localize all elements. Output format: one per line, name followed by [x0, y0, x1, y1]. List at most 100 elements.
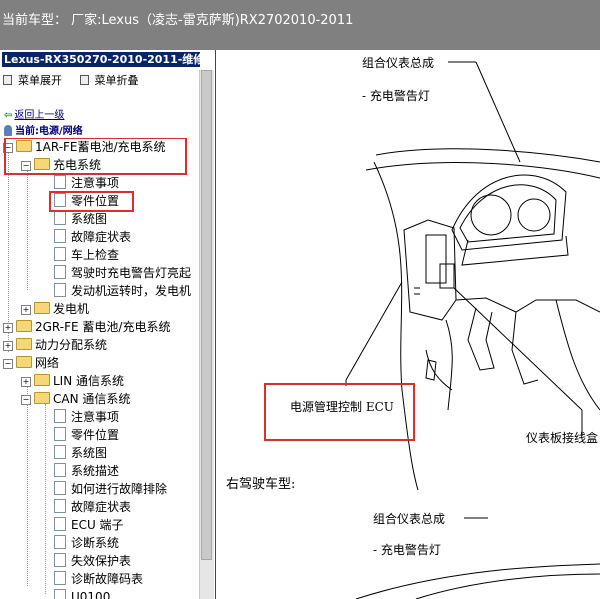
document-icon: [54, 427, 66, 441]
tree-label: 车上检查: [71, 248, 120, 262]
document-icon: [54, 445, 66, 459]
tree-label: ECU 端子: [71, 518, 124, 532]
nav-tree: −1AR-FE蓄电池/充电系统 − 充电系统 注意事项 零件位置 系统图 故障症状…: [0, 138, 198, 599]
tree-item-engine-running[interactable]: 发动机运转时，发电机: [54, 282, 191, 300]
tree-item-can-system-description[interactable]: 系统描述: [54, 462, 119, 480]
document-icon: [54, 553, 66, 567]
tree-item-can-troubleshooting[interactable]: 如何进行故障排除: [54, 480, 167, 498]
expand-toggle-icon[interactable]: +: [21, 377, 31, 387]
label-combination-meter: 组合仪表总成: [362, 56, 435, 70]
sidebar-scrollbar[interactable]: [199, 70, 214, 599]
tree-label: 系统图: [71, 446, 108, 460]
tree-label: 发电机: [53, 302, 90, 316]
tree-item-system-diagram[interactable]: 系统图: [54, 210, 107, 228]
tree-label: 故障症状表: [71, 230, 132, 244]
back-link-label: 返回上一级: [14, 110, 65, 121]
tree-label: 系统描述: [71, 464, 120, 478]
tree-item-can-symptoms[interactable]: 故障症状表: [54, 498, 131, 516]
tree-label: 驾驶时充电警告灯亮起: [71, 266, 192, 280]
folder-icon: [34, 374, 50, 386]
document-icon: [54, 409, 66, 423]
folder-icon: [16, 338, 32, 350]
document-icon: [54, 211, 66, 225]
label-power-management-ecu: 电源管理控制 ECU: [290, 400, 394, 414]
sidebar: Lexus-RX350270-2010-2011-维修手册 菜单展开 菜单折叠 …: [0, 50, 216, 599]
highlight-box-charging: [4, 138, 187, 175]
tree-folder-2gr-fe[interactable]: +2GR-FE 蓄电池/充电系统: [3, 318, 170, 336]
menu-collapse-button[interactable]: 菜单折叠: [80, 72, 139, 88]
label-charge-warning-lamp: - 充电警告灯: [362, 89, 430, 103]
tree-label: 2GR-FE 蓄电池/充电系统: [35, 320, 171, 334]
tree-item-can-fail-safe[interactable]: 失效保护表: [54, 552, 131, 570]
tree-label: 注意事项: [71, 410, 120, 424]
tree-item-can-precautions[interactable]: 注意事项: [54, 408, 119, 426]
document-icon: [54, 481, 66, 495]
menu-expand-button[interactable]: 菜单展开: [3, 72, 62, 88]
title-bar: 当前车型： 厂家:Lexus（凌志-雷克萨斯)RX2702010-2011: [0, 0, 600, 50]
tree-label: 动力分配系统: [35, 338, 108, 352]
collapse-toggle-icon[interactable]: −: [21, 395, 31, 405]
tree-item-warning-lamp-on[interactable]: 驾驶时充电警告灯亮起: [54, 264, 191, 282]
tree-folder-generator[interactable]: + 发电机: [21, 300, 89, 318]
document-icon: [54, 247, 66, 261]
document-icon: [54, 499, 66, 513]
current-location-label: 当前:电源/网络: [15, 126, 83, 137]
current-location: 当前:电源/网络: [4, 122, 83, 137]
document-icon: [54, 283, 66, 297]
folder-icon: [16, 320, 32, 332]
tree-item-on-vehicle-inspection[interactable]: 车上检查: [54, 246, 119, 264]
document-icon: [54, 265, 66, 279]
tree-label: 系统图: [71, 212, 108, 226]
expand-toggle-icon[interactable]: +: [3, 341, 13, 351]
tree-label: 诊断系统: [71, 536, 120, 550]
scrollbar-thumb[interactable]: [201, 70, 212, 560]
tree-label: LIN 通信系统: [53, 374, 125, 388]
label-charge-warning-lamp-rhd: - 充电警告灯: [373, 543, 441, 557]
tree-item-can-dtc-chart[interactable]: 诊断故障码表: [54, 570, 143, 588]
tree-item-can-u0100[interactable]: U0100: [54, 588, 110, 599]
tree-item-can-parts-location[interactable]: 零件位置: [54, 426, 119, 444]
document-icon: [54, 535, 66, 549]
tree-label: CAN 通信系统: [53, 392, 131, 406]
tree-folder-lin[interactable]: + LIN 通信系统: [21, 372, 124, 390]
tree-label: U0100: [71, 590, 111, 599]
back-arrow-icon: ⇦: [4, 110, 13, 121]
expand-toggle-icon[interactable]: +: [3, 323, 13, 333]
label-combination-meter-rhd: 组合仪表总成: [373, 512, 446, 526]
expand-toggle-icon[interactable]: +: [21, 305, 31, 315]
tree-label: 零件位置: [71, 428, 120, 442]
back-link[interactable]: ⇦ 返回上一级: [4, 106, 64, 121]
folder-icon: [16, 356, 32, 368]
tree-item-precautions[interactable]: 注意事项: [54, 174, 119, 192]
label-instrument-panel-junction: 仪表板接线盒: [526, 431, 599, 445]
sidebar-title: Lexus-RX350270-2010-2011-维修手册: [2, 52, 200, 67]
tree-item-can-diagnosis[interactable]: 诊断系统: [54, 534, 119, 552]
highlight-box-parts-location: [49, 191, 134, 212]
document-icon: [54, 589, 66, 599]
collapse-toggle-icon[interactable]: −: [3, 359, 13, 369]
menu-toolbar: 菜单展开 菜单折叠: [3, 72, 153, 88]
folder-icon: [34, 302, 50, 314]
heading-rhd-model: 右驾驶车型:: [226, 477, 296, 492]
tree-item-problem-symptoms[interactable]: 故障症状表: [54, 228, 131, 246]
tree-folder-can[interactable]: − CAN 通信系统: [21, 390, 130, 408]
document-icon: [54, 463, 66, 477]
tree-item-can-ecu-terminals[interactable]: ECU 端子: [54, 516, 124, 534]
tree-label: 诊断故障码表: [71, 572, 144, 586]
tree-label: 如何进行故障排除: [71, 482, 168, 496]
tree-folder-network[interactable]: − 网络: [3, 354, 59, 372]
tree-folder-power-distribution[interactable]: + 动力分配系统: [3, 336, 107, 354]
location-icon: [4, 125, 12, 136]
tree-label: 网络: [35, 356, 60, 370]
current-model-title: 当前车型： 厂家:Lexus（凌志-雷克萨斯)RX2702010-2011: [2, 13, 354, 28]
document-icon: [54, 517, 66, 531]
tree-label: 失效保护表: [71, 554, 132, 568]
tree-label: 注意事项: [71, 176, 120, 190]
tree-label: 发动机运转时，发电机: [71, 284, 192, 298]
document-icon: [54, 229, 66, 243]
tree-item-can-system-diagram[interactable]: 系统图: [54, 444, 107, 462]
document-icon: [54, 571, 66, 585]
content-pane: 组合仪表总成 - 充电警告灯 电源管理控制 ECU 仪表板接线盒 右驾驶车型: …: [216, 50, 600, 599]
document-icon: [54, 175, 66, 189]
tree-label: 故障症状表: [71, 500, 132, 514]
